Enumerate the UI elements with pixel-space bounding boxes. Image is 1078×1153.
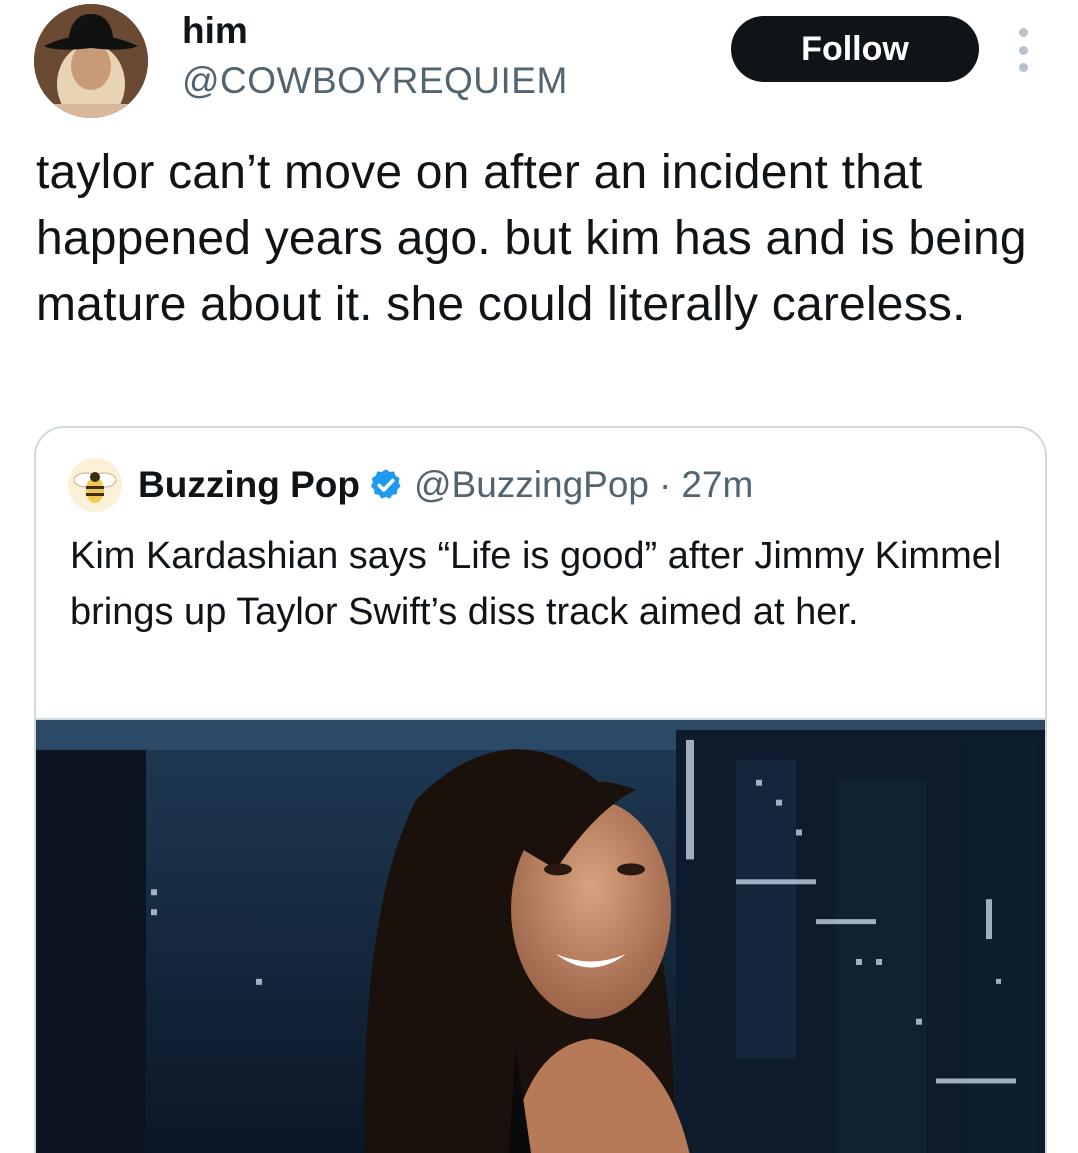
quoted-handle[interactable]: @BuzzingPop [414, 464, 649, 506]
verified-badge-icon [368, 467, 404, 503]
bee-logo-icon[interactable] [68, 458, 122, 512]
more-dot [1018, 45, 1028, 55]
follow-button[interactable]: Follow [731, 16, 979, 82]
quoted-display-name[interactable]: Buzzing Pop [138, 464, 360, 506]
more-dot [1018, 28, 1028, 37]
quoted-media-photo[interactable] [36, 718, 1045, 1153]
quoted-tweet-text: Kim Kardashian says “Life is good” after… [70, 535, 1002, 633]
more-vertical-icon[interactable] [1010, 28, 1036, 72]
avatar-image [34, 4, 148, 118]
author-handle[interactable]: @COWBOYREQUIEM [182, 60, 568, 102]
photo-image [36, 720, 1045, 1153]
author-display-name[interactable]: him [182, 10, 248, 52]
quoted-tweet-card[interactable]: Buzzing Pop @BuzzingPop · 27m Kim Kardas… [34, 426, 1047, 1153]
author-avatar[interactable] [34, 4, 148, 118]
quoted-tweet-meta: Buzzing Pop @BuzzingPop · 27m [138, 464, 753, 506]
more-dot [1018, 63, 1028, 72]
tweet-text: taylor can’t move on after an incident t… [36, 146, 1027, 331]
tweet-header: him @COWBOYREQUIEM Follow [0, 0, 1078, 130]
meta-separator: · [659, 464, 672, 505]
quoted-timestamp[interactable]: 27m [681, 464, 753, 506]
